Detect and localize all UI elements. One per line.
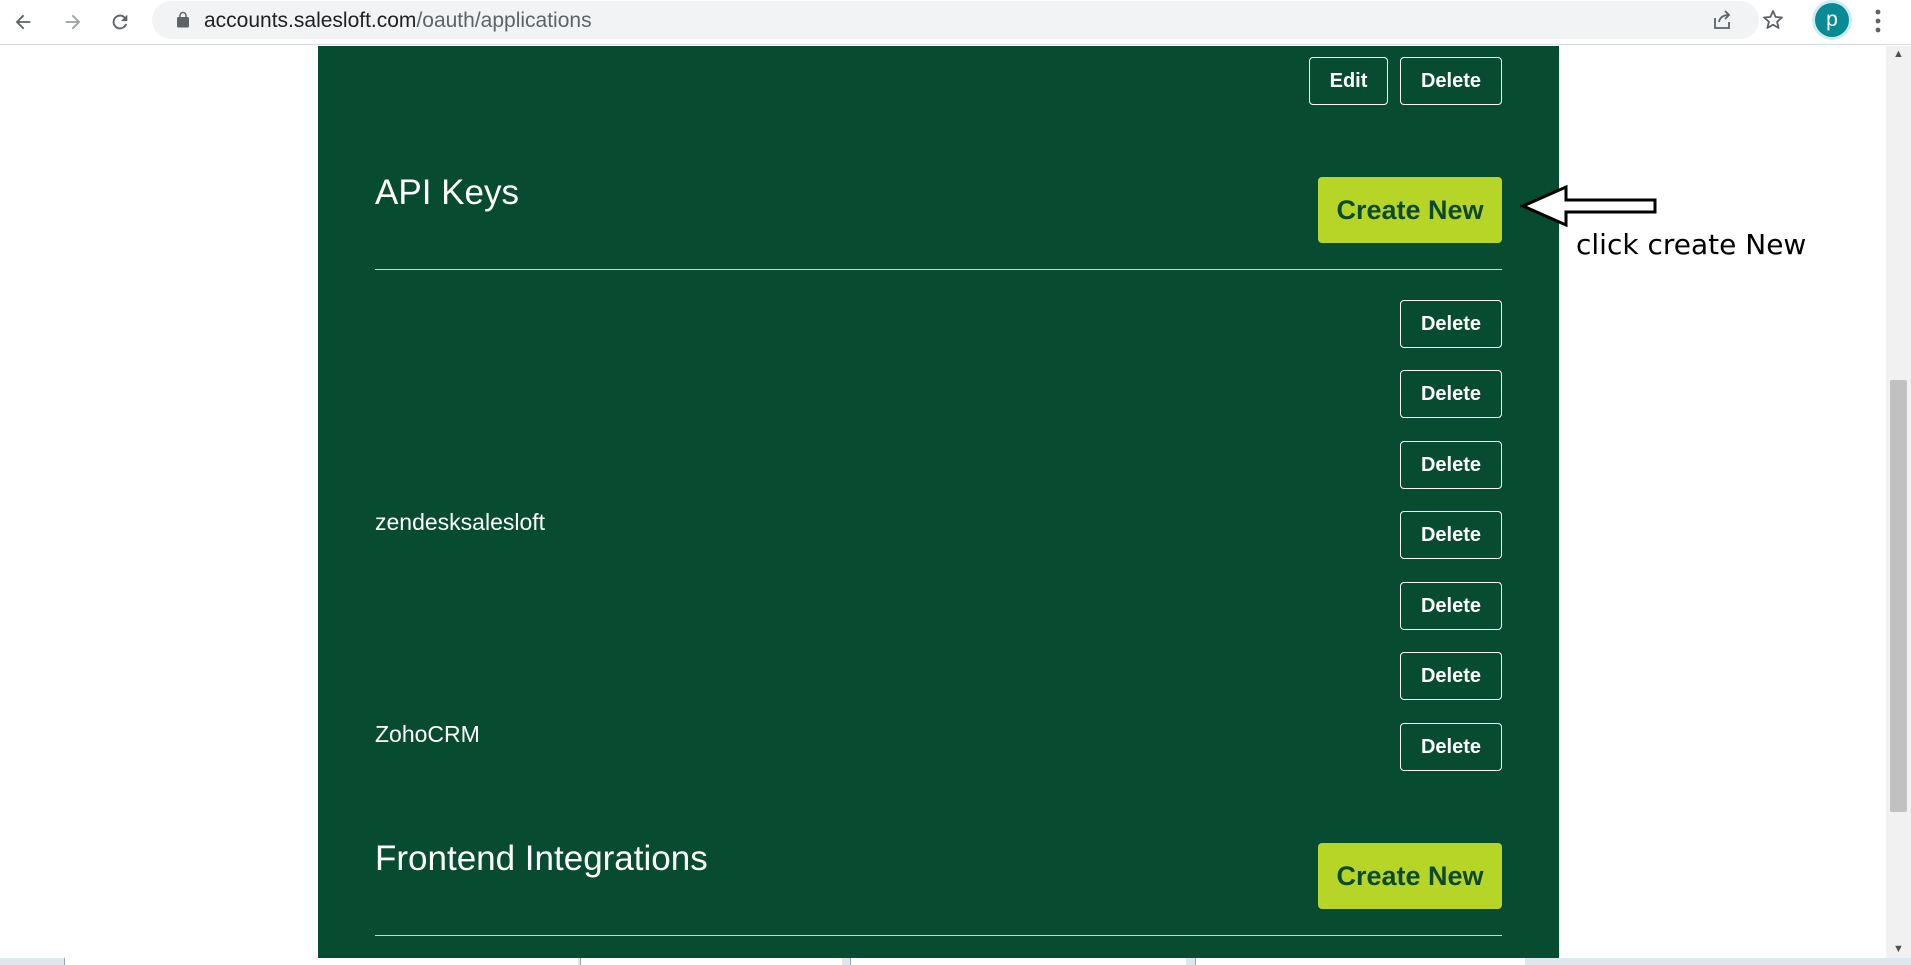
- scroll-down-icon[interactable]: ▼: [1886, 941, 1911, 957]
- share-icon[interactable]: [1710, 8, 1734, 32]
- frontend-integrations-create-new-button[interactable]: Create New: [1318, 843, 1502, 909]
- taskbar-segment: [1195, 958, 1525, 965]
- scroll-up-icon[interactable]: ▲: [1886, 46, 1911, 62]
- api-key-delete-button[interactable]: Delete: [1400, 652, 1502, 700]
- frontend-integrations-title: Frontend Integrations: [375, 839, 708, 878]
- api-key-name: zendesksalesloft: [375, 509, 546, 535]
- api-key-delete-button[interactable]: Delete: [1400, 582, 1502, 630]
- api-keys-title: API Keys: [375, 173, 519, 212]
- page-content: Edit Delete API Keys Create New Delete D…: [0, 46, 1886, 965]
- api-key-delete-button[interactable]: Delete: [1400, 511, 1502, 559]
- api-key-name: ZohoCRM: [375, 721, 480, 747]
- browser-toolbar: accounts.salesloft.com/oauth/application…: [0, 0, 1911, 45]
- reload-button[interactable]: [102, 4, 138, 40]
- back-button[interactable]: [5, 4, 41, 40]
- api-key-delete-button[interactable]: Delete: [1400, 370, 1502, 418]
- taskbar-segment: [850, 958, 1186, 965]
- annotation-text: click create New: [1576, 228, 1807, 261]
- taskbar-segment: [64, 958, 578, 965]
- api-key-delete-button[interactable]: Delete: [1400, 300, 1502, 348]
- scroll-thumb[interactable]: [1890, 380, 1907, 812]
- reload-icon: [112, 14, 128, 30]
- api-keys-create-new-button[interactable]: Create New: [1318, 177, 1502, 243]
- edit-button[interactable]: Edit: [1309, 57, 1388, 105]
- delete-button[interactable]: Delete: [1400, 57, 1502, 105]
- url-path: /oauth/applications: [416, 9, 592, 32]
- frontend-integrations-divider: [375, 935, 1502, 936]
- annotation-arrow-icon: [1520, 184, 1657, 228]
- api-key-delete-button[interactable]: Delete: [1400, 441, 1502, 489]
- applications-panel: Edit Delete API Keys Create New Delete D…: [318, 46, 1559, 965]
- taskbar-segment: [580, 958, 842, 965]
- star-icon[interactable]: [1761, 8, 1785, 32]
- vertical-scrollbar[interactable]: ▲ ▼: [1886, 46, 1911, 965]
- profile-avatar[interactable]: p: [1815, 3, 1849, 37]
- arrow-left-icon: [15, 14, 31, 30]
- url-text: accounts.salesloft.com/oauth/application…: [204, 9, 592, 33]
- arrow-right-icon: [65, 14, 81, 30]
- lock-icon: [177, 11, 189, 28]
- url-domain: accounts.salesloft.com: [204, 9, 417, 32]
- api-key-delete-button[interactable]: Delete: [1400, 723, 1502, 771]
- taskbar-strip: [0, 958, 1911, 965]
- forward-button[interactable]: [55, 4, 91, 40]
- api-keys-divider: [375, 269, 1502, 270]
- more-menu-icon[interactable]: [1866, 5, 1890, 37]
- address-bar[interactable]: accounts.salesloft.com/oauth/application…: [152, 1, 1783, 39]
